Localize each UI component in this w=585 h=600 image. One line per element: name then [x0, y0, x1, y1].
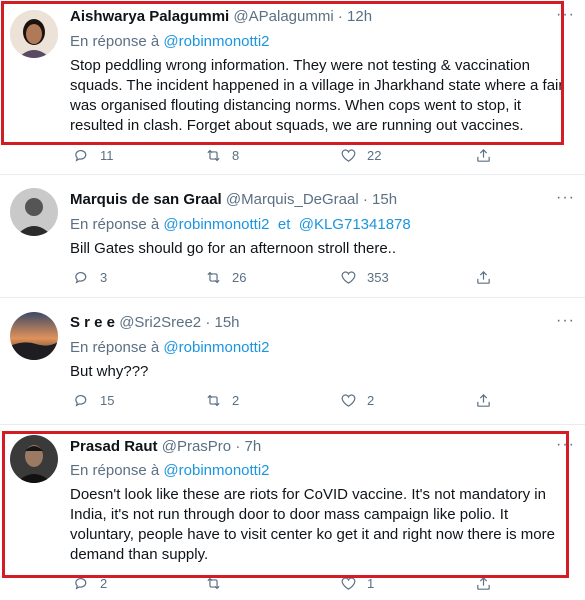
tweet[interactable]: S r e e @Sri2Sree2 · 15h ··· En réponse …	[0, 298, 585, 425]
mention-joiner: et	[277, 216, 291, 233]
author-handle[interactable]: @Sri2Sree2	[119, 314, 201, 331]
mention-link[interactable]: @robinmonotti2	[163, 462, 269, 479]
retweet-button[interactable]: 26	[205, 269, 246, 286]
tweet-actions: 3 26 353	[70, 269, 490, 289]
avatar[interactable]	[10, 435, 58, 483]
tweet[interactable]: Aishwarya Palagummi @APalagummi · 12h ··…	[0, 0, 585, 175]
retweet-button[interactable]: 8	[205, 147, 239, 164]
heart-icon	[341, 577, 356, 590]
tweet-text: Stop peddling wrong information. They we…	[70, 57, 564, 134]
author-name[interactable]: Prasad Raut	[70, 438, 158, 455]
author-name[interactable]: S r e e	[70, 314, 115, 331]
mention-link[interactable]: @robinmonotti2	[163, 216, 269, 233]
timestamp[interactable]: 12h	[347, 8, 372, 25]
more-options-icon[interactable]: ···	[556, 436, 575, 454]
more-options-icon[interactable]: ···	[556, 189, 575, 207]
timestamp[interactable]: 15h	[372, 191, 397, 208]
avatar[interactable]	[10, 312, 58, 360]
share-button[interactable]	[475, 392, 502, 409]
retweet-icon	[207, 394, 220, 407]
like-button[interactable]: 22	[340, 147, 381, 164]
reply-context: En réponse à @robinmonotti2	[70, 33, 270, 50]
author-handle[interactable]: @APalagummi	[233, 8, 333, 25]
share-button[interactable]	[475, 147, 502, 164]
author-name[interactable]: Marquis de san Graal	[70, 191, 222, 208]
tweet-actions: 11 8 22	[70, 147, 490, 167]
reply-button[interactable]: 11	[73, 147, 114, 164]
retweet-icon	[207, 271, 220, 284]
like-button[interactable]: 2	[340, 392, 374, 409]
tweet-text: But why???	[70, 363, 149, 380]
reply-context: En réponse à @robinmonotti2	[70, 462, 270, 479]
reply-icon	[75, 395, 87, 407]
heart-icon	[341, 149, 356, 162]
mention-link[interactable]: @robinmonotti2	[163, 339, 269, 356]
author-handle[interactable]: @Marquis_DeGraal	[226, 191, 359, 208]
reply-context: En réponse à @robinmonotti2 et @KLG71341…	[70, 216, 411, 233]
reply-context: En réponse à @robinmonotti2	[70, 339, 270, 356]
more-options-icon[interactable]: ···	[556, 312, 575, 330]
like-button[interactable]: 1	[340, 575, 374, 592]
like-button[interactable]: 353	[340, 269, 389, 286]
mention-link[interactable]: @KLG71341878	[299, 216, 411, 233]
more-options-icon[interactable]: ···	[556, 6, 575, 24]
heart-icon	[341, 271, 356, 284]
avatar[interactable]	[10, 10, 58, 58]
tweet[interactable]: Marquis de san Graal @Marquis_DeGraal · …	[0, 175, 585, 298]
reply-button[interactable]: 2	[73, 575, 107, 592]
timestamp[interactable]: 15h	[214, 314, 239, 331]
share-icon	[477, 148, 490, 162]
avatar[interactable]	[10, 188, 58, 236]
reply-button[interactable]: 15	[73, 392, 114, 409]
reply-icon	[75, 272, 87, 284]
tweet-text: Bill Gates should go for an afternoon st…	[70, 240, 397, 257]
share-button[interactable]	[475, 575, 502, 592]
retweet-icon	[207, 149, 220, 162]
tweet-text: Doesn't look like these are riots for Co…	[70, 486, 555, 563]
heart-icon	[341, 394, 356, 407]
retweet-button[interactable]	[205, 575, 232, 592]
tweet[interactable]: Prasad Raut @PrasPro · 7h ··· En réponse…	[0, 425, 585, 600]
mention-link[interactable]: @robinmonotti2	[163, 33, 269, 50]
tweet-actions: 2 1	[70, 575, 490, 595]
reply-icon	[75, 150, 87, 162]
share-icon	[477, 576, 490, 590]
tweet-actions: 15 2 2	[70, 392, 490, 412]
author-name[interactable]: Aishwarya Palagummi	[70, 8, 229, 25]
share-icon	[477, 270, 490, 284]
retweet-icon	[207, 577, 220, 590]
share-button[interactable]	[475, 269, 502, 286]
reply-icon	[75, 578, 87, 590]
timestamp[interactable]: 7h	[244, 438, 261, 455]
author-handle[interactable]: @PrasPro	[162, 438, 231, 455]
retweet-button[interactable]: 2	[205, 392, 239, 409]
share-icon	[477, 393, 490, 407]
reply-button[interactable]: 3	[73, 269, 107, 286]
